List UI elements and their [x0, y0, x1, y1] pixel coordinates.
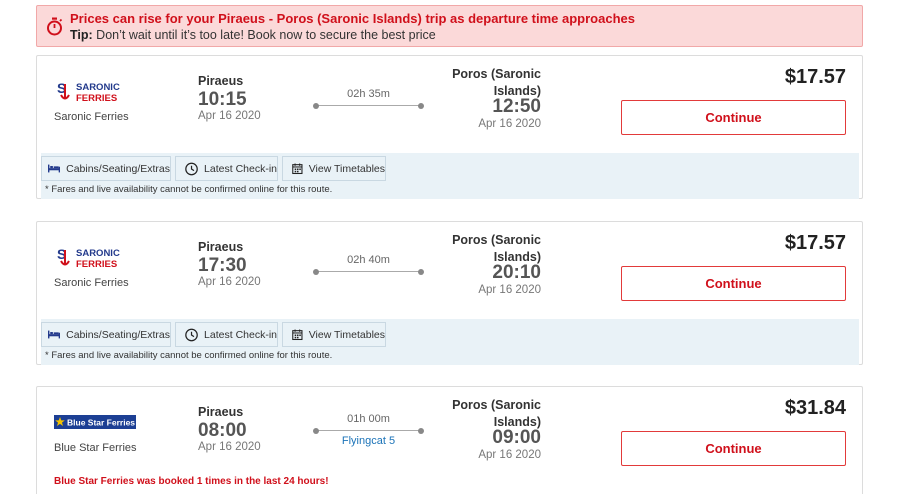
availability-note: * Fares and live availability cannot be … [45, 184, 333, 195]
fare-price: $17.57 [784, 66, 846, 88]
tip-label: Tip: [70, 28, 93, 42]
logo-line1: SARONIC [76, 82, 120, 93]
departure-date: Apr 16 2020 [198, 441, 261, 453]
fare-price: $31.84 [784, 397, 846, 419]
chip-label: View Timetables [308, 162, 385, 175]
alert-title: Prices can rise for your Piraeus - Poros… [70, 11, 635, 26]
latest-checkin-link[interactable]: Latest Check-in [175, 156, 278, 181]
vessel-name[interactable]: Flyingcat 5 [315, 435, 422, 447]
calendar-icon [292, 163, 303, 175]
saronic-ferries-logo: S SARONIC FERRIES [54, 80, 130, 109]
trip-duration: 02h 35m [347, 88, 390, 100]
arrival-block: 12:50 Apr 16 2020 [457, 96, 541, 136]
price-alert-banner: Prices can rise for your Piraeus - Poros… [36, 5, 863, 47]
chip-label: View Timetables [308, 328, 385, 341]
arrival-port: Poros (Saronic Islands) [452, 398, 541, 429]
chip-label: Cabins/Seating/Extras [66, 162, 170, 175]
availability-note: * Fares and live availability cannot be … [45, 350, 333, 361]
cabins-seating-extras-link[interactable]: Cabins/Seating/Extras [41, 156, 171, 181]
chip-label: Cabins/Seating/Extras [66, 328, 170, 341]
trip-duration: 01h 00m [347, 413, 390, 425]
view-timetables-link[interactable]: View Timetables [282, 156, 386, 181]
clock-icon [185, 162, 198, 175]
arrival-block: 09:00 Apr 16 2020 [457, 427, 541, 467]
operator-name: Blue Star Ferries [54, 442, 137, 454]
arrival-date: Apr 16 2020 [478, 284, 541, 296]
bed-icon [48, 164, 61, 173]
departure-time: 08:00 [198, 420, 247, 441]
info-panel: Cabins/Seating/Extras Latest Check-in Vi… [41, 153, 859, 199]
result-card: Blue Star Ferries Blue Star Ferries Pira… [36, 386, 863, 494]
arrival-date: Apr 16 2020 [478, 118, 541, 130]
calendar-icon [292, 329, 303, 341]
arrival-time: 20:10 [492, 262, 541, 283]
result-card: S SARONIC FERRIES Saronic Ferries Piraeu… [36, 55, 863, 199]
arrival-time: 09:00 [492, 427, 541, 448]
trip-duration: 02h 40m [347, 254, 390, 266]
arrival-date: Apr 16 2020 [478, 449, 541, 461]
route-line [313, 427, 424, 434]
departure-time: 10:15 [198, 89, 247, 110]
blue-star-ferries-logo: Blue Star Ferries [54, 415, 136, 434]
arrival-port: Poros (Saronic Islands) [452, 233, 541, 264]
logo-line2: FERRIES [76, 259, 117, 270]
departure-time: 17:30 [198, 255, 247, 276]
fare-price: $17.57 [784, 232, 846, 254]
arrival-block: 20:10 Apr 16 2020 [457, 262, 541, 302]
logo-line1: SARONIC [76, 248, 120, 259]
departure-date: Apr 16 2020 [198, 276, 261, 288]
bed-icon [48, 330, 61, 339]
arrival-time: 12:50 [492, 96, 541, 117]
tip-text: Don’t wait until it’s too late! Book now… [96, 28, 436, 42]
departure-port: Piraeus [198, 405, 244, 419]
latest-checkin-link[interactable]: Latest Check-in [175, 322, 278, 347]
info-panel: Cabins/Seating/Extras Latest Check-in Vi… [41, 319, 859, 365]
view-timetables-link[interactable]: View Timetables [282, 322, 386, 347]
departure-port: Piraeus [198, 74, 244, 88]
chip-label: Latest Check-in [204, 162, 277, 175]
logo-line2: FERRIES [76, 93, 117, 104]
departure-port: Piraeus [198, 240, 244, 254]
continue-button[interactable]: Continue [621, 431, 846, 466]
stopwatch-icon [46, 17, 63, 41]
alert-tip: Tip: Don’t wait until it’s too late! Boo… [70, 28, 436, 42]
logo-text: Blue Star Ferries [67, 418, 135, 428]
continue-button[interactable]: Continue [621, 100, 846, 135]
departure-date: Apr 16 2020 [198, 110, 261, 122]
continue-button[interactable]: Continue [621, 266, 846, 301]
route-line [313, 268, 424, 275]
clock-icon [185, 328, 198, 341]
operator-name: Saronic Ferries [54, 277, 129, 289]
result-card: S SARONIC FERRIES Saronic Ferries Piraeu… [36, 221, 863, 365]
chip-label: Latest Check-in [204, 328, 277, 341]
booking-notice: Blue Star Ferries was booked 1 times in … [54, 476, 329, 487]
saronic-ferries-logo: S SARONIC FERRIES [54, 246, 130, 275]
route-line [313, 102, 424, 109]
arrival-port: Poros (Saronic Islands) [452, 67, 541, 98]
cabins-seating-extras-link[interactable]: Cabins/Seating/Extras [41, 322, 171, 347]
operator-name: Saronic Ferries [54, 111, 129, 123]
